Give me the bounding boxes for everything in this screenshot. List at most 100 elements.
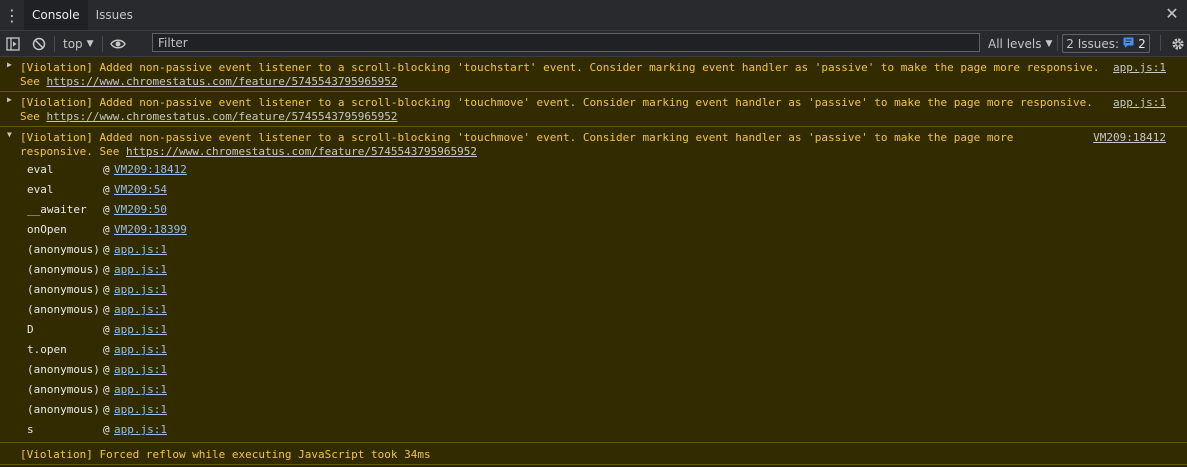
tab-issues[interactable]: Issues: [88, 0, 141, 30]
chromestatus-link[interactable]: https://www.chromestatus.com/feature/574…: [47, 75, 398, 88]
more-tabs-icon[interactable]: ⋮: [0, 0, 24, 30]
frame-at-symbol: @: [103, 343, 110, 356]
frame-location-link[interactable]: app.js:1: [114, 380, 167, 400]
stack-frame: t.open @ app.js:1: [27, 340, 187, 360]
console-message[interactable]: ▶ [Violation] Added non-passive event li…: [0, 57, 1187, 92]
frame-location-link[interactable]: VM209:50: [114, 200, 167, 220]
chevron-down-icon: ▼: [1045, 38, 1053, 49]
frame-location-link[interactable]: app.js:1: [114, 280, 167, 300]
frame-function: (anonymous): [27, 383, 100, 396]
levels-label: All levels: [988, 36, 1042, 51]
frame-function: __awaiter: [27, 203, 87, 216]
tab-console[interactable]: Console: [24, 0, 88, 30]
tab-console-label: Console: [32, 8, 80, 22]
context-label: top: [63, 36, 83, 51]
show-sidebar-icon[interactable]: [0, 31, 26, 56]
source-link[interactable]: VM209:18412: [1093, 131, 1166, 144]
frame-at-symbol: @: [103, 203, 110, 216]
stack-frame: eval @ VM209:18412: [27, 160, 187, 180]
frame-function: D: [27, 323, 34, 336]
stack-frame: (anonymous) @ app.js:1: [27, 400, 187, 420]
source-link[interactable]: app.js:1: [1113, 61, 1166, 74]
expand-triangle-icon[interactable]: ▶: [7, 60, 12, 69]
tab-issues-label: Issues: [95, 8, 133, 22]
frame-at-symbol: @: [103, 363, 110, 376]
source-link[interactable]: app.js:1: [1113, 96, 1166, 109]
frame-at-symbol: @: [103, 403, 110, 416]
toolbar-divider: [1160, 35, 1161, 51]
frame-location-link[interactable]: app.js:1: [114, 400, 167, 420]
toolbar-divider: [101, 35, 103, 52]
frame-location-link[interactable]: app.js:1: [114, 340, 167, 360]
frame-at-symbol: @: [103, 183, 110, 196]
chromestatus-link[interactable]: https://www.chromestatus.com/feature/574…: [47, 110, 398, 123]
chromestatus-link[interactable]: https://www.chromestatus.com/feature/574…: [126, 145, 477, 158]
console-message[interactable]: ▶ [Violation] Added non-passive event li…: [0, 92, 1187, 127]
frame-at-symbol: @: [103, 283, 110, 296]
frame-at-symbol: @: [103, 423, 110, 436]
message-text: [Violation] Added non-passive event list…: [20, 131, 1014, 144]
stack-frame: onOpen @ VM209:18399: [27, 220, 187, 240]
stack-trace: eval @ VM209:18412 eval @ VM209:54 __awaiter @ V…: [27, 160, 187, 440]
frame-function: onOpen: [27, 223, 67, 236]
log-levels-dropdown[interactable]: All levels ▼: [988, 31, 1052, 56]
toolbar-divider: [1057, 35, 1058, 51]
console-messages: ▶ [Violation] Added non-passive event li…: [0, 57, 1187, 465]
collapse-triangle-icon[interactable]: ▼: [7, 130, 12, 139]
stack-frame: (anonymous) @ app.js:1: [27, 280, 187, 300]
frame-location-link[interactable]: VM209:18412: [114, 160, 187, 180]
frame-function: (anonymous): [27, 243, 100, 256]
frame-location-link[interactable]: app.js:1: [114, 300, 167, 320]
issues-label: 2 Issues:: [1066, 36, 1120, 51]
message-text: [Violation] Added non-passive event list…: [20, 96, 1093, 109]
frame-location-link[interactable]: app.js:1: [114, 360, 167, 380]
filter-input[interactable]: [152, 33, 980, 52]
stack-frame: (anonymous) @ app.js:1: [27, 360, 187, 380]
stack-frame: eval @ VM209:54: [27, 180, 187, 200]
stack-frame: (anonymous) @ app.js:1: [27, 300, 187, 320]
expand-triangle-icon[interactable]: ▶: [7, 95, 12, 104]
tab-bar: ⋮ Console Issues ✕: [0, 0, 1187, 31]
see-label: See: [20, 75, 47, 88]
close-drawer-icon[interactable]: ✕: [1163, 5, 1181, 23]
issues-count: 2: [1138, 36, 1146, 51]
stack-frame: (anonymous) @ app.js:1: [27, 240, 187, 260]
see-label: See: [20, 110, 47, 123]
frame-at-symbol: @: [103, 303, 110, 316]
stack-frame: (anonymous) @ app.js:1: [27, 260, 187, 280]
console-toolbar: top ▼ All levels ▼ 2 Issues: 2: [0, 31, 1187, 57]
frame-at-symbol: @: [103, 263, 110, 276]
frame-location-link[interactable]: VM209:18399: [114, 220, 187, 240]
stack-frame: D @ app.js:1: [27, 320, 187, 340]
console-message-expanded[interactable]: ▼ [Violation] Added non-passive event li…: [0, 127, 1187, 443]
frame-function: (anonymous): [27, 263, 100, 276]
frame-location-link[interactable]: app.js:1: [114, 260, 167, 280]
message-text: [Violation] Added non-passive event list…: [20, 61, 1100, 74]
frame-function: eval: [27, 163, 54, 176]
frame-function: (anonymous): [27, 303, 100, 316]
frame-at-symbol: @: [103, 323, 110, 336]
frame-location-link[interactable]: app.js:1: [114, 240, 167, 260]
frame-at-symbol: @: [103, 243, 110, 256]
gear-icon[interactable]: [1168, 31, 1187, 56]
clear-console-icon[interactable]: [26, 31, 52, 56]
message-text: [Violation] Forced reflow while executin…: [20, 448, 431, 461]
context-selector[interactable]: top ▼: [57, 37, 100, 51]
stack-frame: __awaiter @ VM209:50: [27, 200, 187, 220]
message-text-continued: responsive. See: [20, 145, 126, 158]
live-expression-eye-icon[interactable]: [105, 31, 131, 56]
chevron-down-icon: ▼: [86, 38, 94, 49]
frame-at-symbol: @: [103, 223, 110, 236]
frame-function: (anonymous): [27, 363, 100, 376]
issues-counter-button[interactable]: 2 Issues: 2: [1062, 34, 1150, 53]
console-message[interactable]: [Violation] Forced reflow while executin…: [0, 443, 1187, 465]
frame-location-link[interactable]: app.js:1: [114, 320, 167, 340]
frame-location-link[interactable]: VM209:54: [114, 180, 167, 200]
frame-location-link[interactable]: app.js:1: [114, 420, 167, 440]
issue-message-icon: [1123, 37, 1134, 51]
frame-function: (anonymous): [27, 403, 100, 416]
frame-at-symbol: @: [103, 383, 110, 396]
frame-function: s: [27, 423, 34, 436]
stack-frame: (anonymous) @ app.js:1: [27, 380, 187, 400]
toolbar-divider: [54, 35, 55, 52]
